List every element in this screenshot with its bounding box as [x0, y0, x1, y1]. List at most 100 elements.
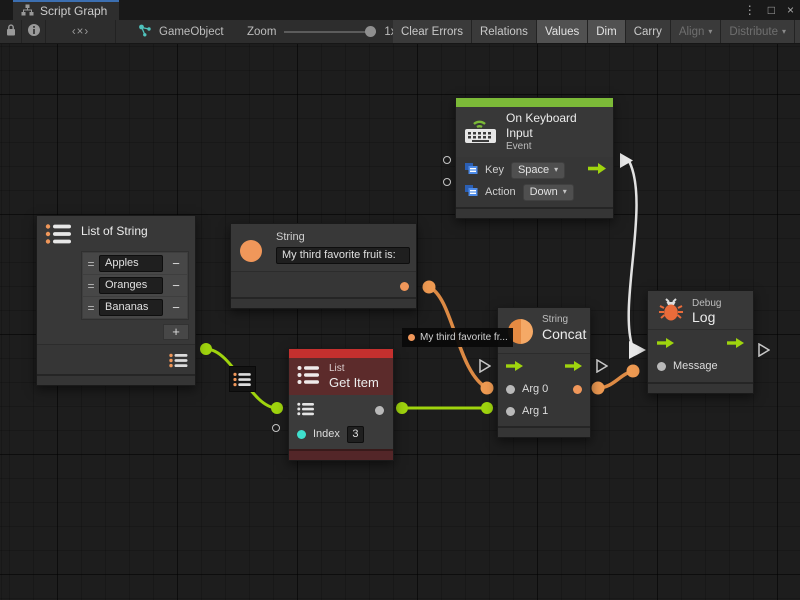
key-dropdown[interactable]: Space ▾ [511, 162, 565, 179]
control-wire-start[interactable] [620, 153, 633, 168]
zoom-slider[interactable] [284, 20, 376, 43]
result-output-port[interactable] [573, 385, 582, 394]
wire-port-dot[interactable] [627, 365, 640, 378]
index-input-port[interactable] [297, 430, 306, 439]
node-list-of-string[interactable]: List of String = Apples − = Oranges − = … [36, 215, 196, 386]
wire-port-dot[interactable] [271, 402, 283, 414]
index-row: Index 3 [289, 422, 393, 446]
list-item-field[interactable]: Apples [99, 255, 163, 272]
lock-button[interactable] [0, 20, 22, 43]
index-port-indicator[interactable] [272, 424, 280, 432]
node-category: List [329, 363, 379, 375]
maximize-icon[interactable]: □ [768, 3, 775, 17]
list-item-row: = Bananas − [83, 297, 187, 318]
event-accent-strip [456, 98, 613, 107]
add-item-button[interactable]: + [163, 324, 189, 340]
drag-handle[interactable]: = [83, 279, 99, 293]
node-title: Log [692, 310, 721, 325]
more-menu-icon[interactable]: ⋮ [744, 3, 756, 17]
distribute-button[interactable]: Distribute▾ [721, 20, 795, 43]
list-output-port[interactable] [169, 353, 189, 371]
node-footer [289, 449, 393, 460]
list-item-field[interactable]: Bananas [99, 299, 163, 316]
control-output-port[interactable] [727, 338, 744, 351]
node-get-item[interactable]: List Get Item Index 3 [288, 348, 394, 461]
close-icon[interactable]: × [787, 3, 794, 17]
string-value-field[interactable]: My third favorite fruit is: [276, 247, 410, 264]
node-string-literal[interactable]: String My third favorite fruit is: [230, 223, 417, 309]
values-button[interactable]: Values [537, 20, 588, 43]
control-ports-row [648, 333, 753, 355]
node-title: String [276, 231, 305, 243]
node-footer [498, 426, 590, 437]
overview-button[interactable]: Overv [795, 20, 800, 43]
key-param-icon [464, 162, 478, 178]
control-input-port[interactable] [506, 361, 523, 374]
arg1-row: Arg 1 [498, 400, 590, 422]
wire-port-dot[interactable] [592, 382, 605, 395]
concat-control-out-indicator[interactable] [596, 359, 608, 376]
wire-port-dot[interactable] [200, 343, 212, 355]
wire-port-dot[interactable] [423, 281, 436, 294]
arg1-label: Arg 1 [522, 405, 548, 417]
list-item-field[interactable]: Oranges [99, 277, 163, 294]
clear-errors-button[interactable]: Clear Errors [393, 20, 472, 43]
node-footer [37, 374, 195, 385]
control-input-port[interactable] [657, 338, 674, 351]
list-item-row: = Oranges − [83, 275, 187, 296]
chevron-down-icon: ▾ [708, 27, 712, 36]
gameobject-reference[interactable]: GameObject [138, 20, 224, 43]
string-value-dot-icon [408, 334, 415, 341]
node-title: On Keyboard Input [506, 111, 605, 141]
action-dropdown[interactable]: Down ▾ [523, 184, 574, 201]
log-control-out-indicator[interactable] [758, 343, 770, 360]
wire-port-dot[interactable] [481, 382, 494, 395]
dim-button[interactable]: Dim [588, 20, 625, 43]
info-button[interactable] [22, 20, 46, 43]
drag-handle[interactable]: = [83, 257, 99, 271]
node-concat[interactable]: String Concat Arg 0 [497, 307, 591, 438]
arg1-input-port[interactable] [506, 407, 515, 416]
string-output-port[interactable] [400, 282, 409, 291]
control-wire-keyboard-to-log[interactable] [629, 161, 637, 345]
node-on-keyboard-input[interactable]: On Keyboard Input Event Key Space ▾ [455, 97, 614, 219]
code-icon: ‹×› [72, 26, 89, 38]
key-input-port[interactable] [443, 156, 451, 164]
list-input-port[interactable] [297, 402, 315, 419]
node-title: List of String [81, 224, 148, 239]
list-icon [297, 365, 321, 388]
carry-button[interactable]: Carry [626, 20, 671, 43]
wire-port-dot[interactable] [396, 402, 408, 414]
remove-item-button[interactable]: − [165, 300, 187, 315]
control-ports-row [498, 357, 590, 378]
tab-script-graph[interactable]: Script Graph [13, 0, 119, 20]
node-log[interactable]: Debug Log Message [647, 290, 754, 394]
relations-button[interactable]: Relations [472, 20, 537, 43]
wire-port-dot[interactable] [481, 402, 493, 414]
zoom-slider-handle[interactable] [365, 26, 376, 37]
drag-handle[interactable]: = [83, 301, 99, 315]
control-wire-arrowhead[interactable] [629, 341, 646, 359]
toolbar-buttons: Clear Errors Relations Values Dim Carry … [393, 20, 800, 43]
wire-string-value-preview: My third favorite fr... [402, 328, 513, 347]
control-output-port[interactable] [565, 361, 582, 374]
message-input-port[interactable] [657, 362, 666, 371]
arg0-label: Arg 0 [522, 383, 548, 395]
wire-list-value-chip [229, 366, 256, 392]
remove-item-button[interactable]: − [165, 256, 187, 271]
item-output-port[interactable] [375, 406, 384, 415]
arg0-input-port[interactable] [506, 385, 515, 394]
code-view-button[interactable]: ‹×› [46, 20, 116, 43]
action-port-row: Action Down ▾ [456, 181, 613, 203]
index-value-field[interactable]: 3 [347, 426, 364, 443]
action-input-port[interactable] [443, 178, 451, 186]
remove-item-button[interactable]: − [165, 278, 187, 293]
zoom-slider-track[interactable] [284, 31, 376, 33]
bug-icon [658, 297, 684, 325]
concat-control-in-indicator[interactable] [479, 359, 491, 376]
graph-canvas[interactable]: On Keyboard Input Event Key Space ▾ [0, 44, 800, 600]
control-output-port[interactable] [588, 163, 606, 177]
list-icon [45, 223, 73, 248]
keyboard-icon [464, 117, 498, 147]
align-button[interactable]: Align▾ [671, 20, 722, 43]
